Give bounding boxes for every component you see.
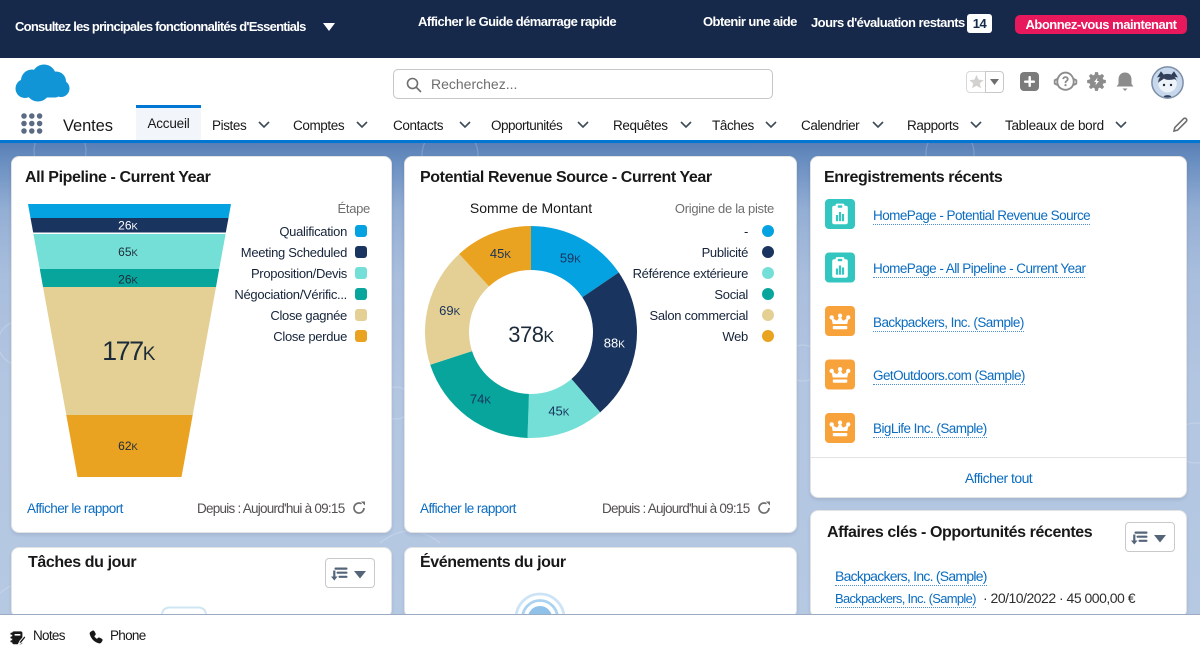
svg-text:378K: 378K <box>508 322 554 347</box>
svg-text:26K: 26K <box>118 219 138 233</box>
svg-text:62K: 62K <box>118 439 138 453</box>
svg-text:65K: 65K <box>118 245 138 259</box>
svg-text:26K: 26K <box>118 273 138 287</box>
